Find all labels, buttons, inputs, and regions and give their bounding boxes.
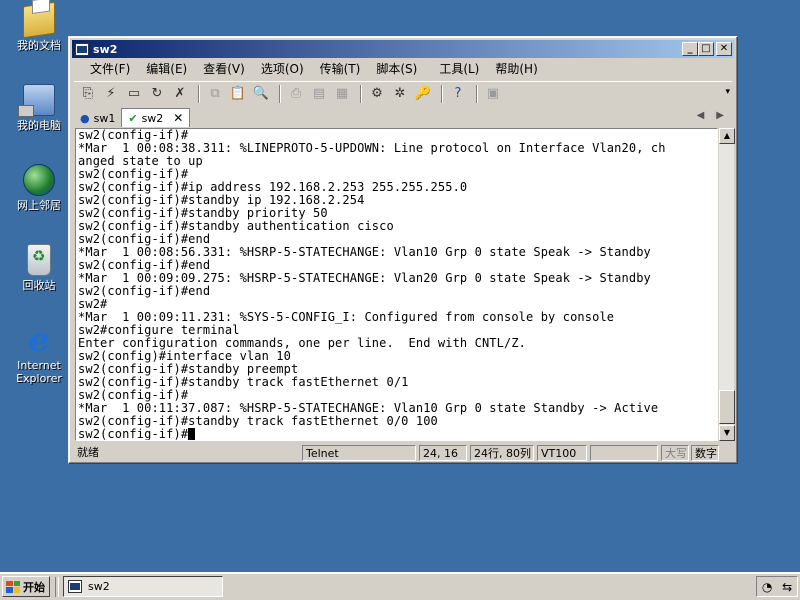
disconnect-icon[interactable]: ✗	[170, 85, 190, 103]
status-protocol: Telnet	[302, 445, 416, 461]
toolbar-overflow-chevron-icon[interactable]: ▾	[725, 87, 730, 97]
taskbar-button-sw2[interactable]: sw2	[63, 576, 223, 597]
internet-explorer-icon: e	[28, 320, 50, 360]
menu-script[interactable]: 脚本(S)	[368, 60, 425, 77]
desktop-icon-label: 回收站	[22, 279, 56, 292]
desktop-icon-internet-explorer[interactable]: e Internet Explorer	[6, 320, 72, 385]
minimize-button[interactable]: _	[682, 42, 698, 56]
menu-file[interactable]: 文件(F)	[82, 60, 138, 77]
keymap-icon[interactable]: 🔑	[413, 85, 433, 103]
terminal-line: sw2(config-if)#	[78, 428, 717, 440]
menu-help[interactable]: 帮助(H)	[487, 60, 545, 77]
toolbar-separator	[476, 84, 478, 103]
find-icon[interactable]: 🔍	[251, 85, 271, 103]
status-bar: 就绪 Telnet 24, 16 24行, 80列 VT100 大写 数字	[72, 444, 734, 463]
tab-sw1[interactable]: ● sw1	[74, 109, 121, 127]
toolbar-separator	[441, 84, 443, 103]
title-bar[interactable]: sw2 _ □ ✕	[72, 40, 734, 58]
scrollbar-thumb[interactable]	[719, 390, 735, 424]
menu-view[interactable]: 查看(V)	[195, 60, 253, 77]
scroll-down-icon[interactable]: ▼	[719, 425, 735, 441]
my-computer-icon	[18, 84, 55, 117]
connect-in-tab-icon[interactable]: ▭	[124, 85, 144, 103]
maximize-button[interactable]: □	[698, 42, 714, 56]
system-tray: ◔ ⇆	[756, 576, 798, 597]
session-options-icon[interactable]: ⚙	[367, 85, 387, 103]
status-emulation: VT100	[537, 445, 587, 461]
start-button[interactable]: 开始	[2, 576, 50, 597]
toolbar-separator	[279, 84, 281, 103]
terminal-cursor	[188, 428, 196, 440]
status-cursor-position: 24, 16	[419, 445, 467, 461]
connect-icon[interactable]: ⎘	[78, 85, 98, 103]
tab-sw2[interactable]: ✔ sw2 ✕	[121, 108, 191, 127]
window-title: sw2	[93, 42, 118, 56]
desktop-icon-recycle-bin[interactable]: 回收站	[6, 244, 72, 292]
desktop-icon-label: 网上邻居	[17, 199, 61, 212]
print-setup-icon[interactable]: ▦	[332, 85, 352, 103]
quick-connect-icon[interactable]: ⚡	[101, 85, 121, 103]
tab-scroll-left-icon[interactable]: ◀	[697, 110, 705, 121]
menu-options[interactable]: 选项(O)	[253, 60, 312, 77]
toolbar-separator	[360, 84, 362, 103]
paste-icon[interactable]: 📋	[228, 85, 248, 103]
connected-check-icon: ✔	[128, 111, 138, 125]
windows-logo-icon	[6, 580, 20, 593]
securecrt-window: sw2 _ □ ✕ 文件(F) 编辑(E) 查看(V) 选项(O) 传输(T) …	[68, 36, 738, 464]
toolbar: ⎘ ⚡ ▭ ↻ ✗ ⧉ 📋 🔍 ⎙ ▤ ▦ ⚙ ✲ 🔑 ? ▣ ▾	[74, 81, 732, 105]
my-documents-icon	[23, 1, 55, 39]
print-selection-icon[interactable]: ▤	[309, 85, 329, 103]
reconnect-icon[interactable]: ↻	[147, 85, 167, 103]
global-options-icon[interactable]: ✲	[390, 85, 410, 103]
toolbar-separator	[198, 84, 200, 103]
help-icon[interactable]: ?	[448, 85, 468, 103]
menu-edit[interactable]: 编辑(E)	[138, 60, 195, 77]
terminal-scrollbar[interactable]: ▲ ▼	[718, 128, 735, 441]
session-tab-bar: ● sw1 ✔ sw2 ✕ ◀ ▶	[74, 108, 732, 127]
desktop-icon-my-documents[interactable]: 我的文档	[6, 1, 72, 52]
taskbar: 开始 sw2 ◔ ⇆	[0, 572, 800, 600]
recycle-bin-icon	[27, 244, 51, 276]
status-num-lock: 数字	[691, 445, 719, 461]
menu-tools[interactable]: 工具(L)	[431, 60, 487, 77]
taskbar-button-label: sw2	[88, 580, 110, 593]
desktop-icon-label: Internet Explorer	[16, 359, 62, 385]
terminal-line: sw2(config-if)#end	[78, 284, 211, 298]
status-caps-lock: 大写	[661, 445, 689, 461]
menu-transfer[interactable]: 传输(T)	[312, 60, 369, 77]
status-ready: 就绪	[77, 446, 99, 459]
network-places-icon	[23, 164, 55, 196]
sftp-icon[interactable]: ▣	[483, 85, 503, 103]
tab-label: sw1	[93, 111, 116, 125]
copy-icon[interactable]: ⧉	[205, 85, 225, 103]
tab-scroll-right-icon[interactable]: ▶	[716, 110, 724, 121]
terminal-screen[interactable]: sw2(config-if)# *Mar 1 00:08:38.311: %LIN…	[75, 128, 718, 441]
status-empty-field	[590, 445, 658, 461]
scroll-up-icon[interactable]: ▲	[719, 128, 735, 144]
desktop-icon-label: 我的电脑	[17, 119, 61, 132]
desktop-icon-network-places[interactable]: 网上邻居	[6, 164, 72, 212]
start-label: 开始	[23, 580, 45, 594]
taskbar-separator	[55, 577, 59, 597]
menu-bar: 文件(F) 编辑(E) 查看(V) 选项(O) 传输(T) 脚本(S) 工具(L…	[72, 59, 734, 77]
terminal-app-icon	[75, 42, 89, 56]
disconnected-icon: ●	[80, 111, 90, 125]
tab-label: sw2	[141, 111, 164, 125]
print-icon[interactable]: ⎙	[286, 85, 306, 103]
tab-close-icon[interactable]: ✕	[173, 111, 183, 125]
status-terminal-size: 24行, 80列	[470, 445, 534, 461]
terminal-app-icon	[68, 580, 82, 593]
desktop-icon-my-computer[interactable]: 我的电脑	[6, 84, 72, 132]
terminal-output: sw2(config-if)# *Mar 1 00:08:38.311: %LIN…	[76, 129, 717, 440]
network-status-icon[interactable]: ⇆	[782, 580, 792, 594]
close-button[interactable]: ✕	[716, 42, 732, 56]
desktop-icon-label: 我的文档	[17, 39, 61, 52]
speaker-icon[interactable]: ◔	[762, 580, 772, 594]
